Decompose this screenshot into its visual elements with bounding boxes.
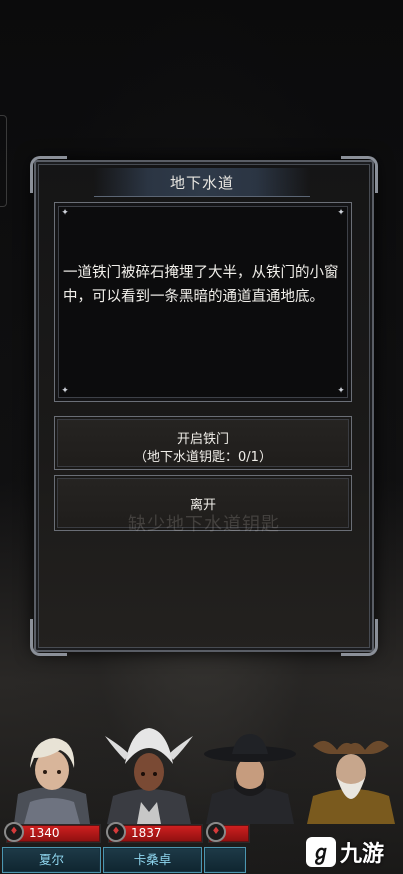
hero-name-plate-3[interactable] bbox=[204, 847, 246, 873]
hero-portrait-3-art bbox=[204, 734, 296, 824]
hero-portrait-4-art bbox=[307, 740, 395, 824]
ornate-corner-icon bbox=[341, 619, 378, 656]
sparkle-icon: ✦ bbox=[337, 208, 345, 218]
hero-hp-value: 1340 bbox=[29, 826, 60, 840]
key-requirement: （地下水道钥匙：0/1） bbox=[134, 450, 272, 465]
hero-hp-value: 1837 bbox=[131, 826, 162, 840]
hero-hp-bar-3: ♦ bbox=[206, 822, 250, 843]
open-iron-gate-button[interactable]: 开启铁门 （地下水道钥匙：0/1） bbox=[54, 416, 352, 470]
event-dialog: 地下水道 ✦ ✦ ✦ ✦ 一道铁门被碎石掩埋了大半，从铁门的小窗中，可以看到一条… bbox=[30, 156, 378, 656]
side-drawer-handle[interactable] bbox=[0, 115, 7, 207]
hero-portrait-3[interactable] bbox=[202, 724, 298, 824]
blood-drop-icon: ♦ bbox=[206, 822, 226, 842]
dialog-title: 地下水道 bbox=[94, 168, 310, 197]
ninegame-logo-icon: ℊ bbox=[306, 837, 336, 867]
event-description: 一道铁门被碎石掩埋了大半，从铁门的小窗中，可以看到一条黑暗的通道直通地底。 bbox=[63, 265, 339, 305]
hero-portrait-1[interactable] bbox=[4, 724, 100, 824]
hero-portrait-2[interactable] bbox=[101, 724, 197, 824]
watermark-brand: 九游 bbox=[340, 842, 385, 867]
hero-name-plate-1[interactable]: 夏尔 bbox=[2, 847, 101, 873]
hero-portrait-1-art bbox=[14, 738, 90, 824]
sparkle-icon: ✦ bbox=[337, 386, 345, 396]
missing-key-hint: 缺少地下水道钥匙 bbox=[128, 514, 280, 535]
hero-name-plate-2[interactable]: 卡桑卓 bbox=[103, 847, 202, 873]
sparkle-icon: ✦ bbox=[61, 208, 69, 218]
event-text-panel: ✦ ✦ ✦ ✦ 一道铁门被碎石掩埋了大半，从铁门的小窗中，可以看到一条黑暗的通道… bbox=[54, 202, 352, 402]
ornate-corner-icon bbox=[30, 156, 67, 193]
blood-drop-icon: ♦ bbox=[4, 822, 24, 842]
ornate-corner-icon bbox=[341, 156, 378, 193]
ornate-corner-icon bbox=[30, 619, 67, 656]
hero-hp-bar-2: ♦ 1837 bbox=[106, 822, 203, 843]
hero-hp-bar-1: ♦ 1340 bbox=[4, 822, 101, 843]
sparkle-icon: ✦ bbox=[61, 386, 69, 396]
site-watermark: ℊ 九游 bbox=[306, 832, 403, 872]
hero-portrait-2-art bbox=[105, 728, 193, 824]
blood-drop-icon: ♦ bbox=[106, 822, 126, 842]
option-label: 开启铁门 bbox=[176, 432, 229, 447]
hero-portrait-4[interactable] bbox=[303, 724, 399, 824]
